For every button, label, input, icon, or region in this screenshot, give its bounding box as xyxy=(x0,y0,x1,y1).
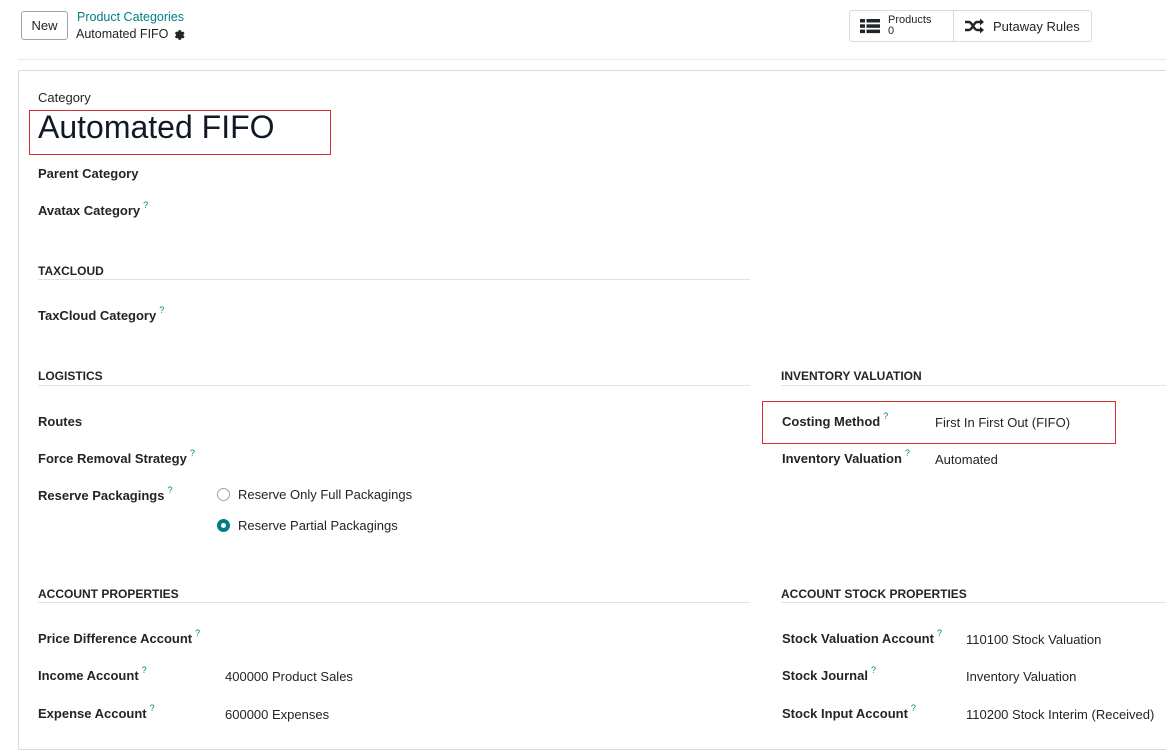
inventory-valuation-separator xyxy=(781,385,1166,386)
avatax-category-label: Avatax Category? xyxy=(38,200,148,218)
help-tooltip-icon[interactable]: ? xyxy=(159,305,164,315)
account-properties-section-title: ACCOUNT PROPERTIES xyxy=(38,587,179,601)
avatax-category-field[interactable] xyxy=(225,199,745,221)
reserve-full-label: Reserve Only Full Packagings xyxy=(238,487,413,502)
income-account-field[interactable]: 400000 Product Sales xyxy=(225,669,353,684)
account-properties-separator xyxy=(38,602,750,603)
reserve-packagings-text: Reserve Packagings xyxy=(38,488,165,503)
account-stock-properties-section-title: ACCOUNT STOCK PROPERTIES xyxy=(781,587,967,601)
costing-method-highlight xyxy=(762,401,1116,444)
logistics-section-title: LOGISTICS xyxy=(38,369,103,383)
stock-journal-text: Stock Journal xyxy=(782,668,868,683)
breadcrumb-current-label: Automated FIFO xyxy=(76,27,169,41)
help-tooltip-icon[interactable]: ? xyxy=(142,665,147,675)
products-stat-label: Products xyxy=(888,14,932,26)
expense-account-label: Expense Account? xyxy=(38,703,155,721)
parent-category-label: Parent Category xyxy=(38,166,139,181)
stock-input-account-text: Stock Input Account xyxy=(782,706,908,721)
inventory-valuation-select[interactable]: Automated xyxy=(935,452,998,467)
routes-field[interactable] xyxy=(225,410,745,432)
income-account-text: Income Account xyxy=(38,668,139,683)
stock-journal-label: Stock Journal? xyxy=(782,665,876,683)
expense-account-text: Expense Account xyxy=(38,706,147,721)
taxcloud-separator xyxy=(38,279,750,280)
help-tooltip-icon[interactable]: ? xyxy=(905,448,910,458)
reserve-full-option[interactable]: Reserve Only Full Packagings xyxy=(217,487,412,502)
radio-unchecked[interactable] xyxy=(217,488,230,501)
inventory-valuation-text: Inventory Valuation xyxy=(782,451,902,466)
smart-buttons: Products 0 Putaway Rules xyxy=(849,10,1092,42)
routes-label: Routes xyxy=(38,414,83,429)
category-name-highlight xyxy=(29,110,331,155)
products-stat: Products 0 xyxy=(888,15,931,37)
parent-category-field[interactable] xyxy=(225,162,745,184)
putaway-rules-smart-button[interactable]: Putaway Rules xyxy=(954,11,1091,41)
stock-valuation-account-field[interactable]: 110100 Stock Valuation xyxy=(966,632,1101,647)
stock-input-account-label: Stock Input Account? xyxy=(782,703,916,721)
taxcloud-category-text: TaxCloud Category xyxy=(38,308,157,323)
radio-checked[interactable] xyxy=(217,519,230,532)
shuffle-icon xyxy=(964,18,984,34)
stock-valuation-account-label: Stock Valuation Account? xyxy=(782,628,942,646)
price-difference-account-label: Price Difference Account? xyxy=(38,628,200,646)
stock-journal-field[interactable]: Inventory Valuation xyxy=(966,669,1076,684)
category-label: Category xyxy=(38,90,91,105)
price-difference-account-field[interactable] xyxy=(225,627,745,649)
breadcrumb-current: Automated FIFO xyxy=(76,27,185,41)
control-panel-divider xyxy=(18,59,1166,60)
account-stock-properties-separator xyxy=(781,602,1166,603)
avatax-category-text: Avatax Category xyxy=(38,203,141,218)
reserve-packagings-label: Reserve Packagings? xyxy=(38,485,172,503)
help-tooltip-icon[interactable]: ? xyxy=(195,628,200,638)
help-tooltip-icon[interactable]: ? xyxy=(190,448,195,458)
help-tooltip-icon[interactable]: ? xyxy=(911,703,916,713)
products-stat-count: 0 xyxy=(888,25,895,37)
stock-input-account-field[interactable]: 110200 Stock Interim (Received) xyxy=(966,707,1154,722)
logistics-separator xyxy=(38,385,750,386)
breadcrumb-parent-link[interactable]: Product Categories xyxy=(77,10,184,24)
force-removal-strategy-label: Force Removal Strategy? xyxy=(38,448,195,466)
reserve-partial-option[interactable]: Reserve Partial Packagings xyxy=(217,518,398,533)
products-smart-button[interactable]: Products 0 xyxy=(850,11,954,41)
reserve-partial-label: Reserve Partial Packagings xyxy=(238,518,398,533)
stock-valuation-account-text: Stock Valuation Account xyxy=(782,631,934,646)
force-removal-strategy-field[interactable] xyxy=(225,447,745,469)
income-account-label: Income Account? xyxy=(38,665,147,683)
help-tooltip-icon[interactable]: ? xyxy=(143,200,148,210)
help-tooltip-icon[interactable]: ? xyxy=(937,628,942,638)
help-tooltip-icon[interactable]: ? xyxy=(150,703,155,713)
new-button[interactable]: New xyxy=(21,11,68,40)
inventory-valuation-label: Inventory Valuation? xyxy=(782,448,910,466)
list-icon xyxy=(860,18,880,34)
price-difference-account-text: Price Difference Account xyxy=(38,631,193,646)
gear-icon[interactable] xyxy=(173,28,185,40)
force-removal-strategy-text: Force Removal Strategy xyxy=(38,451,187,466)
help-tooltip-icon[interactable]: ? xyxy=(871,665,876,675)
taxcloud-category-field[interactable] xyxy=(225,304,745,326)
inventory-valuation-section-title: INVENTORY VALUATION xyxy=(781,369,922,383)
taxcloud-section-title: TAXCLOUD xyxy=(38,264,104,278)
help-tooltip-icon[interactable]: ? xyxy=(167,485,172,495)
taxcloud-category-label: TaxCloud Category? xyxy=(38,305,164,323)
putaway-rules-label: Putaway Rules xyxy=(993,18,1080,34)
expense-account-field[interactable]: 600000 Expenses xyxy=(225,707,329,722)
